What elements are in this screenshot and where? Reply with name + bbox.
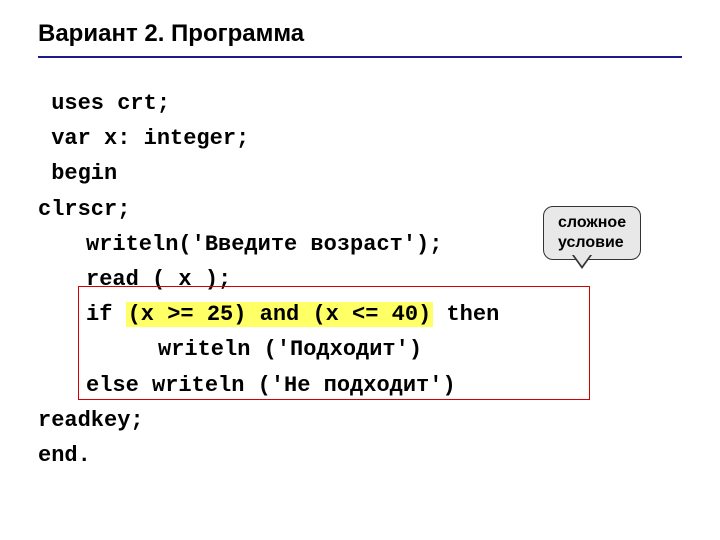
code-line: var x: integer; (38, 121, 682, 156)
code-line-if: if (x >= 25) and (x <= 40) then (38, 297, 682, 332)
code-line: end. (38, 438, 682, 473)
code-line: uses crt; (38, 86, 682, 121)
callout-bubble: сложное условие (543, 206, 641, 260)
code-line: writeln ('Подходит') (38, 332, 682, 367)
condition-highlight: (x >= 25) and (x <= 40) (126, 302, 434, 327)
then-keyword: then (433, 302, 499, 327)
code-line: begin (38, 156, 682, 191)
if-keyword: if (86, 302, 126, 327)
code-line: readkey; (38, 403, 682, 438)
slide-title: Вариант 2. Программа (38, 20, 682, 58)
code-line: else writeln ('Не подходит') (38, 368, 682, 403)
code-block: uses crt; var x: integer; begin clrscr; … (38, 86, 682, 473)
callout-text: сложное условие (558, 214, 626, 251)
